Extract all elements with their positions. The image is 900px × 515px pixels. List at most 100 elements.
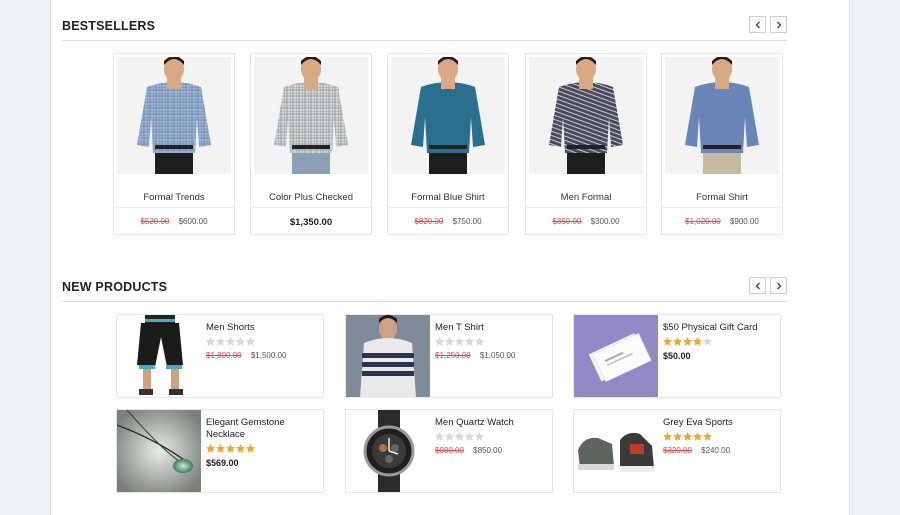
price: $300.00 bbox=[590, 217, 620, 226]
bestsellers-prev-button[interactable] bbox=[749, 16, 766, 33]
product-prices: $569.00 bbox=[206, 458, 319, 468]
product-prices: $1,800.00 $1,500.00 bbox=[206, 351, 319, 360]
product-name[interactable]: Formal Blue Shirt bbox=[388, 192, 508, 203]
new-products-next-button[interactable] bbox=[770, 277, 787, 294]
rating-stars bbox=[206, 444, 319, 454]
sneakers-image[interactable] bbox=[574, 410, 658, 492]
chevron-right-icon bbox=[776, 282, 781, 289]
old-price: $820.00 bbox=[414, 217, 444, 226]
product-prices: $350.00 $300.00 bbox=[526, 217, 646, 226]
star-icon bbox=[206, 337, 215, 346]
product-name[interactable]: Men T Shirt bbox=[435, 322, 548, 334]
star-icon bbox=[465, 432, 474, 441]
new-products-title: NEW PRODUCTS bbox=[62, 280, 168, 294]
card-divider bbox=[114, 207, 234, 208]
bestseller-card[interactable]: Color Plus Checked $1,350.00 bbox=[250, 53, 372, 235]
star-icon bbox=[465, 337, 474, 346]
price: $750.00 bbox=[452, 217, 482, 226]
product-prices: $820.00 $750.00 bbox=[388, 217, 508, 226]
shorts-image[interactable] bbox=[117, 315, 201, 397]
old-price: $520.00 bbox=[140, 217, 170, 226]
bestseller-card[interactable]: Formal Shirt $1,020.00 $900.00 bbox=[661, 53, 783, 235]
card-divider bbox=[526, 207, 646, 208]
old-price: $320.00 bbox=[663, 446, 692, 455]
old-price: $350.00 bbox=[552, 217, 582, 226]
bestsellers-header: BESTSELLERS bbox=[62, 15, 787, 41]
star-icon bbox=[475, 337, 484, 346]
old-price: $1,020.00 bbox=[685, 217, 721, 226]
necklace-image[interactable] bbox=[117, 410, 201, 492]
star-icon bbox=[226, 444, 235, 453]
price: $1,050.00 bbox=[479, 351, 516, 360]
new-product-card[interactable]: Men T Shirt $1,250.00 $1,050.00 bbox=[345, 314, 553, 398]
tshirt-image[interactable] bbox=[346, 315, 430, 397]
new-products-header: NEW PRODUCTS bbox=[62, 276, 787, 302]
chevron-right-icon bbox=[776, 21, 781, 28]
star-icon bbox=[435, 432, 444, 441]
bestsellers-title: BESTSELLERS bbox=[62, 19, 156, 33]
product-name[interactable]: Elegant Gemstone Necklace bbox=[206, 417, 319, 441]
chevron-left-icon bbox=[755, 282, 760, 289]
star-icon bbox=[206, 444, 215, 453]
product-prices: $1,350.00 bbox=[251, 217, 371, 228]
product-name[interactable]: Formal Shirt bbox=[662, 192, 782, 203]
star-icon bbox=[693, 337, 702, 346]
product-prices: $1,020.00 $900.00 bbox=[662, 217, 782, 226]
new-product-card[interactable]: Elegant Gemstone Necklace $569.00 bbox=[116, 409, 324, 493]
price: $900.00 bbox=[729, 217, 759, 226]
rating-stars bbox=[435, 432, 548, 442]
star-icon bbox=[703, 337, 712, 346]
rating-stars bbox=[663, 337, 776, 347]
star-icon bbox=[216, 444, 225, 453]
star-icon bbox=[663, 337, 672, 346]
product-name[interactable]: Grey Eva Sports bbox=[663, 417, 776, 429]
old-price: $1,800.00 bbox=[206, 351, 242, 360]
star-icon bbox=[663, 432, 672, 441]
product-prices: $980.00 $850.00 bbox=[435, 446, 548, 455]
product-prices: $320.00 $240.00 bbox=[663, 446, 776, 455]
price: $50.00 bbox=[663, 351, 691, 361]
rating-stars bbox=[206, 337, 319, 347]
star-icon bbox=[236, 444, 245, 453]
star-icon bbox=[703, 432, 712, 441]
chevron-left-icon bbox=[755, 21, 760, 28]
new-product-card[interactable]: Men Shorts $1,800.00 $1,500.00 bbox=[116, 314, 324, 398]
product-name[interactable]: Men Shorts bbox=[206, 322, 319, 334]
product-prices: $50.00 bbox=[663, 351, 776, 361]
price: $600.00 bbox=[178, 217, 208, 226]
new-products-prev-button[interactable] bbox=[749, 277, 766, 294]
star-icon bbox=[475, 432, 484, 441]
product-image[interactable] bbox=[117, 57, 231, 174]
new-product-card[interactable]: Grey Eva Sports $320.00 $240.00 bbox=[573, 409, 781, 493]
star-icon bbox=[435, 337, 444, 346]
new-product-card[interactable]: Men Quartz Watch $980.00 $850.00 bbox=[345, 409, 553, 493]
product-image[interactable] bbox=[254, 57, 368, 174]
product-image[interactable] bbox=[529, 57, 643, 174]
new-product-card[interactable]: $50 Physical Gift Card $50.00 bbox=[573, 314, 781, 398]
gift-card-image[interactable] bbox=[574, 315, 658, 397]
watch-image[interactable] bbox=[346, 410, 430, 492]
bestseller-card[interactable]: Formal Trends $520.00 $600.00 bbox=[113, 53, 235, 235]
star-icon bbox=[246, 337, 255, 346]
rating-stars bbox=[663, 432, 776, 442]
product-name[interactable]: Men Formal bbox=[526, 192, 646, 203]
star-icon bbox=[246, 444, 255, 453]
star-icon bbox=[673, 337, 682, 346]
product-name[interactable]: Color Plus Checked bbox=[251, 192, 371, 203]
price: $569.00 bbox=[206, 458, 239, 468]
product-image[interactable] bbox=[665, 57, 779, 174]
product-name[interactable]: Formal Trends bbox=[114, 192, 234, 203]
bestseller-card[interactable]: Men Formal $350.00 $300.00 bbox=[525, 53, 647, 235]
star-icon bbox=[693, 432, 702, 441]
product-image[interactable] bbox=[391, 57, 505, 174]
bestseller-card[interactable]: Formal Blue Shirt $820.00 $750.00 bbox=[387, 53, 509, 235]
star-icon bbox=[216, 337, 225, 346]
star-icon bbox=[445, 337, 454, 346]
bestsellers-next-button[interactable] bbox=[770, 16, 787, 33]
product-name[interactable]: $50 Physical Gift Card bbox=[663, 322, 776, 334]
product-name[interactable]: Men Quartz Watch bbox=[435, 417, 548, 429]
star-icon bbox=[455, 337, 464, 346]
price: $240.00 bbox=[701, 446, 731, 455]
product-prices: $1,250.00 $1,050.00 bbox=[435, 351, 548, 360]
card-divider bbox=[388, 207, 508, 208]
